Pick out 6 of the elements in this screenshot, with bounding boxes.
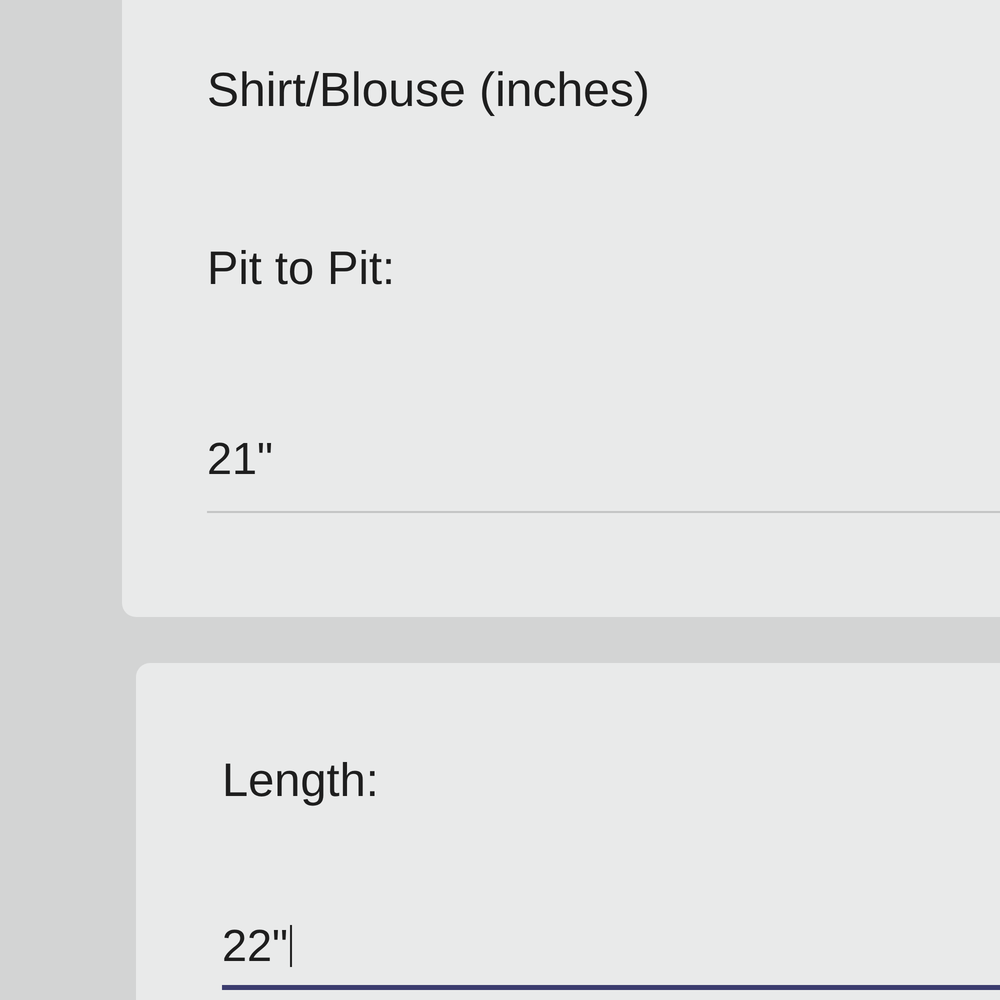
answer-field[interactable]: 22"	[222, 919, 1000, 990]
question-label: Length:	[222, 752, 380, 808]
section-title: Shirt/Blouse (inches)	[207, 63, 651, 119]
answer-field[interactable]: 21"	[207, 432, 1000, 513]
question-label: Pit to Pit:	[207, 240, 396, 296]
text-cursor-icon	[290, 925, 292, 968]
